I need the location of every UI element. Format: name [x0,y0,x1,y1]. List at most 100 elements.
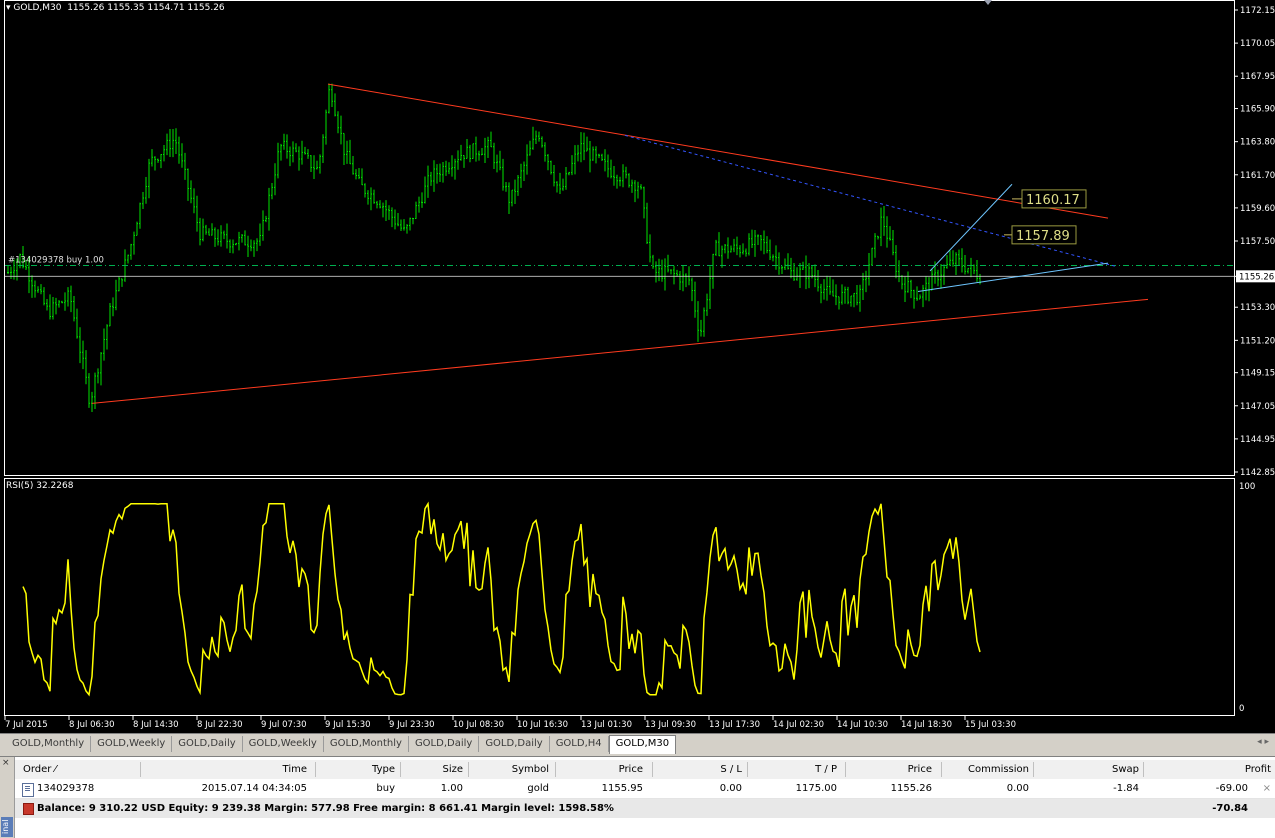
column-separator[interactable] [400,762,401,777]
price-tick-label: 1151.20 [1240,336,1275,346]
column-header[interactable]: Swap [1112,760,1139,779]
orders-table-header: Order ⁄ Time Type Size Symbol Price S / L T / P… [15,760,1275,780]
upper-trendline[interactable] [327,83,1109,219]
column-header[interactable]: Time [283,760,307,779]
time-tick-label: 9 Jul 23:30 [389,720,435,730]
order-tp: 1175.00 [795,783,837,794]
chart-tab[interactable]: GOLD,Daily [409,736,480,752]
price-tick-label: 1149.15 [1240,369,1275,379]
balance-summary: Balance: 9 310.22 USD Equity: 9 239.38 M… [37,803,614,814]
order-commission: 0.00 [1006,783,1029,794]
column-header[interactable]: Size [442,760,463,779]
price-tick-label: 1172.15 [1240,6,1275,16]
order-number: 134029378 [37,783,95,794]
column-separator[interactable] [845,762,846,777]
price-bars [7,83,981,412]
column-header[interactable]: Commission [968,760,1029,779]
time-tick-label: 7 Jul 2015 [5,720,48,730]
chart-tab[interactable]: GOLD,Weekly [243,736,324,752]
chart-tab[interactable]: GOLD,Daily [479,736,550,752]
time-tick-label: 10 Jul 08:30 [453,720,504,730]
column-separator[interactable] [1033,762,1034,777]
balance-row: Balance: 9 310.22 USD Equity: 9 239.38 M… [15,799,1275,818]
balance-profit: -70.84 [1212,803,1248,814]
order-open-price: 1155.95 [601,783,643,794]
chart-tab[interactable]: GOLD,Monthly [6,736,92,752]
chart-tab-bar: GOLD,Monthly GOLD,Weekly GOLD,Daily GOLD,We… [0,733,1275,754]
column-header[interactable]: Type [372,760,395,779]
price-tick-label: 1142.85 [1240,468,1275,478]
column-separator[interactable] [315,762,316,777]
fib-level-label: 1157.89 [1016,229,1070,244]
column-header[interactable]: Profit [1245,760,1271,779]
rsi-header: RSI(5) 32.2268 [6,481,74,491]
order-symbol: gold [527,783,549,794]
time-tick-label: 13 Jul 01:30 [581,720,632,730]
price-tick-label: 1165.90 [1240,105,1275,115]
order-level-label: #134029378 buy 1.00 [8,255,104,265]
terminal-side-label: inal [1,817,13,837]
price-tick-label: 1157.50 [1240,237,1275,247]
rsi-scale-top: 100 [1239,482,1255,492]
table-row[interactable]: 134029378 2015.07.14 04:34:05 buy 1.00 g… [15,779,1275,799]
chart-tab[interactable]: GOLD,H4 [550,736,609,752]
time-tick-label: 8 Jul 06:30 [69,720,115,730]
price-tick-label: 1159.60 [1240,204,1275,214]
chart-canvas[interactable]: #134029378 buy 1.00 1160.17 1157.89 1172.1… [0,0,1275,733]
terminal-sidebar: × inal [0,757,15,838]
order-current-price: 1155.26 [890,783,932,794]
time-tick-label: 8 Jul 22:30 [197,720,243,730]
order-size: 1.00 [440,783,463,794]
time-tick-label: 13 Jul 09:30 [645,720,696,730]
time-tick-label: 15 Jul 03:30 [965,720,1016,730]
column-header[interactable]: T / P [815,760,837,779]
axis-labels: 1172.15 1170.05 1167.95 1165.90 1163.80 1161.… [4,6,1275,730]
chart-drawings: #134029378 buy 1.00 1160.17 1157.89 [5,0,1234,404]
price-tick-label: 1170.05 [1240,39,1275,49]
column-separator[interactable] [941,762,942,777]
column-header[interactable]: S / L [720,760,742,779]
column-separator[interactable] [555,762,556,777]
time-tick-label: 8 Jul 14:30 [133,720,179,730]
chart-tab[interactable]: GOLD,Daily [172,736,243,752]
time-tick-label: 10 Jul 16:30 [517,720,568,730]
price-tick-label: 1147.05 [1240,402,1275,412]
close-order-icon[interactable]: × [1263,779,1271,798]
column-separator[interactable] [747,762,748,777]
column-header[interactable]: Symbol [512,760,549,779]
price-tick-label: 1153.30 [1240,303,1275,313]
column-separator[interactable] [140,762,141,777]
time-tick-label: 14 Jul 02:30 [773,720,824,730]
order-document-icon [22,783,34,797]
price-tick-label: 1163.80 [1240,138,1275,148]
terminal-panel: × inal Order ⁄ Time Type Size Symbol Price S /… [0,756,1275,838]
column-separator[interactable] [652,762,653,777]
chart-symbol-header: ▾ GOLD,M30 1155.26 1155.35 1154.71 1155.… [6,3,225,13]
time-tick-label: 9 Jul 07:30 [261,720,307,730]
rsi-pane-frame [4,478,1235,716]
column-separator[interactable] [1143,762,1144,777]
tab-scroll-arrows[interactable]: ◂ ▸ [1257,737,1269,747]
column-separator[interactable] [468,762,469,777]
shift-marker-icon[interactable] [984,0,992,5]
column-header[interactable]: Order ⁄ [23,760,56,779]
price-tick-label: 1167.95 [1240,72,1275,82]
time-tick-label: 13 Jul 17:30 [709,720,760,730]
rsi-line [22,501,981,697]
order-time: 2015.07.14 04:34:05 [201,783,307,794]
time-tick-label: 14 Jul 18:30 [901,720,952,730]
chart-tab[interactable]: GOLD,Monthly [324,736,409,752]
column-header[interactable]: Price [619,760,643,779]
chart-tab[interactable]: GOLD,M30 [608,735,677,754]
close-icon[interactable]: × [2,758,10,768]
balance-icon [23,803,34,815]
time-tick-label: 9 Jul 15:30 [325,720,371,730]
column-header[interactable]: Price [908,760,932,779]
fib-level-label: 1160.17 [1026,193,1080,208]
lower-trendline[interactable] [91,298,1149,404]
chart-area[interactable]: #134029378 buy 1.00 1160.17 1157.89 1172.1… [0,0,1275,733]
chart-tab[interactable]: GOLD,Weekly [91,736,173,752]
rsi-scale-bottom: 0 [1239,704,1244,714]
order-sl: 0.00 [719,783,742,794]
rsi-line-group [22,501,981,697]
